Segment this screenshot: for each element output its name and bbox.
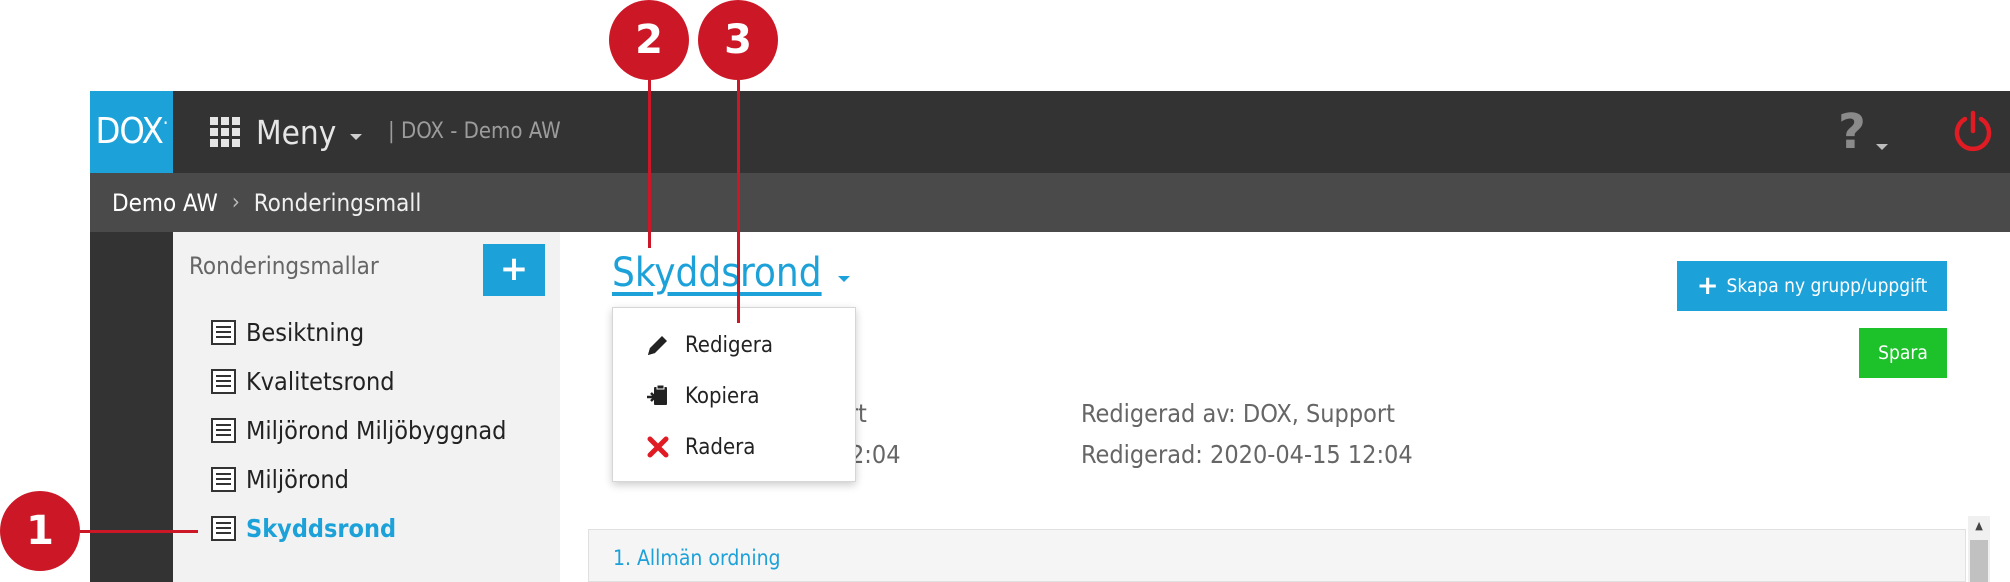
create-button-label: Skapa ny grupp/uppgift bbox=[1726, 275, 1928, 297]
delete-menu-item[interactable]: Radera bbox=[643, 432, 755, 462]
list-icon bbox=[211, 418, 236, 443]
template-sidebar: Ronderingsmallar + Besiktning Kvalitetsr… bbox=[173, 232, 560, 582]
copy-label: Kopiera bbox=[685, 383, 760, 409]
sidebar-item-miljorond[interactable]: Miljörond bbox=[211, 465, 349, 494]
sidebar-item-label: Miljörond Miljöbyggnad bbox=[246, 416, 507, 445]
callout-1-marker: 1 bbox=[0, 491, 80, 571]
question-mark-icon: ? bbox=[1838, 104, 1866, 160]
dox-logo[interactable]: DOX· bbox=[90, 91, 173, 173]
delete-label: Radera bbox=[685, 434, 756, 460]
scrollbar-thumb[interactable] bbox=[1970, 540, 1988, 582]
site-title: | DOX - Demo AW bbox=[388, 119, 561, 144]
caret-down-icon bbox=[1875, 144, 1888, 150]
menu-button[interactable]: Meny bbox=[210, 91, 363, 173]
menu-label: Meny bbox=[256, 112, 337, 152]
sidebar-header: Ronderingsmallar bbox=[189, 252, 379, 280]
sidebar-item-label: Kvalitetsrond bbox=[246, 367, 395, 396]
created-at-text: 2:04 bbox=[850, 440, 901, 469]
copy-icon bbox=[643, 381, 673, 411]
list-icon bbox=[211, 369, 236, 394]
callout-1-line bbox=[80, 530, 198, 533]
sidebar-item-kvalitetsrond[interactable]: Kvalitetsrond bbox=[211, 367, 395, 396]
sidebar-item-label: Besiktning bbox=[246, 318, 365, 347]
title-dropdown-menu: Redigera Kopiera Radera bbox=[612, 307, 856, 482]
list-icon bbox=[211, 467, 236, 492]
sidebar-item-label: Miljörond bbox=[246, 465, 349, 494]
section-title[interactable]: 1. Allmän ordning bbox=[613, 546, 781, 570]
sidebar-item-miljorond-miljobyggnad[interactable]: Miljörond Miljöbyggnad bbox=[211, 416, 506, 445]
scroll-up-icon[interactable]: ▲ bbox=[1968, 516, 1990, 536]
sidebar-item-besiktning[interactable]: Besiktning bbox=[211, 318, 364, 347]
top-bar: DOX· Meny | DOX - Demo AW ? bbox=[90, 91, 2010, 173]
power-icon[interactable] bbox=[1950, 109, 1996, 155]
section-panel: 1. Allmän ordning bbox=[588, 529, 1966, 582]
chevron-right-icon: › bbox=[231, 190, 240, 215]
sidebar-item-label: Skyddsrond bbox=[246, 514, 397, 543]
callout-2-line bbox=[648, 80, 651, 248]
scrollbar[interactable]: ▲ bbox=[1968, 516, 1990, 582]
edit-label: Redigera bbox=[685, 332, 774, 358]
list-icon bbox=[211, 516, 236, 541]
help-button[interactable]: ? bbox=[1838, 91, 1888, 173]
caret-down-icon bbox=[350, 134, 363, 140]
save-button[interactable]: Spara bbox=[1859, 328, 1947, 378]
caret-down-icon[interactable] bbox=[838, 276, 850, 282]
callout-3-marker: 3 bbox=[698, 0, 778, 80]
edit-menu-item[interactable]: Redigera bbox=[643, 330, 773, 360]
copy-menu-item[interactable]: Kopiera bbox=[643, 381, 760, 411]
list-icon bbox=[211, 320, 236, 345]
callout-3-line bbox=[737, 80, 740, 323]
edited-by-text: Redigerad av: DOX, Support bbox=[1081, 399, 1395, 428]
breadcrumb-current: Ronderingsmall bbox=[253, 188, 422, 217]
create-group-task-button[interactable]: + Skapa ny grupp/uppgift bbox=[1677, 261, 1947, 311]
add-template-button[interactable]: + bbox=[483, 244, 545, 296]
template-title-dropdown[interactable]: Skyddsrond bbox=[612, 250, 822, 296]
delete-icon bbox=[643, 432, 673, 462]
breadcrumb: Demo AW › Ronderingsmall bbox=[90, 173, 2010, 232]
callout-2-marker: 2 bbox=[609, 0, 689, 80]
grid-menu-icon bbox=[210, 117, 240, 147]
breadcrumb-root[interactable]: Demo AW bbox=[112, 189, 218, 217]
plus-icon: + bbox=[1696, 271, 1719, 301]
sidebar-item-skyddsrond[interactable]: Skyddsrond bbox=[211, 514, 396, 543]
pencil-icon bbox=[643, 330, 673, 360]
logo-text: DOX bbox=[95, 111, 163, 152]
edited-at-text: Redigerad: 2020-04-15 12:04 bbox=[1081, 440, 1413, 469]
